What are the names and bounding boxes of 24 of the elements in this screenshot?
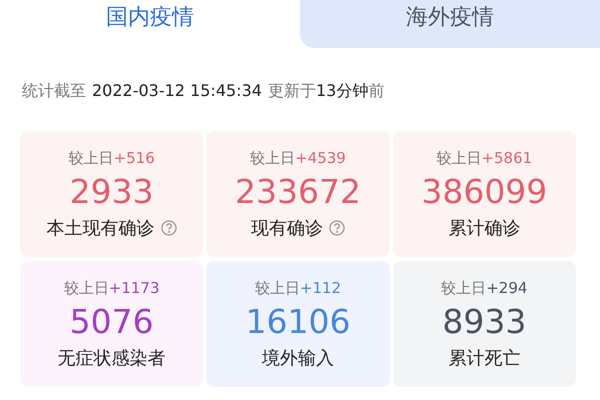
delta-text: 较上日+294 [441,278,528,298]
help-icon[interactable] [328,220,345,236]
stat-label: 累计死亡 [448,346,520,370]
stat-value: 5076 [70,302,154,342]
stats-time: 2022-03-12 15:45:34 [92,81,262,100]
delta-text: 较上日+112 [254,278,342,298]
help-icon[interactable] [160,220,177,236]
delta-text: 较上日+516 [68,148,155,168]
stat-value: 233672 [235,172,361,212]
delta-text: 较上日+5861 [436,148,532,168]
tab[interactable]: 海外疫情 [300,0,600,48]
stat-value: 2933 [70,172,154,212]
delta-text: 较上日+1173 [64,278,160,298]
stat-label: 本土现有确诊 [46,216,155,240]
stat-value: 16106 [246,302,350,342]
stat-label: 境外输入 [262,346,334,370]
stats-label: 统计截至 [22,81,86,102]
stat-value: 8933 [442,302,526,342]
update-info: 更新于13分钟前 [268,81,384,102]
stat-value: 386099 [421,172,548,212]
stat-label: 累计确诊 [448,216,520,240]
stat-label: 无症状感染者 [58,346,166,370]
stat-label: 现有确诊 [250,216,323,240]
delta-text: 较上日+4539 [250,148,346,168]
